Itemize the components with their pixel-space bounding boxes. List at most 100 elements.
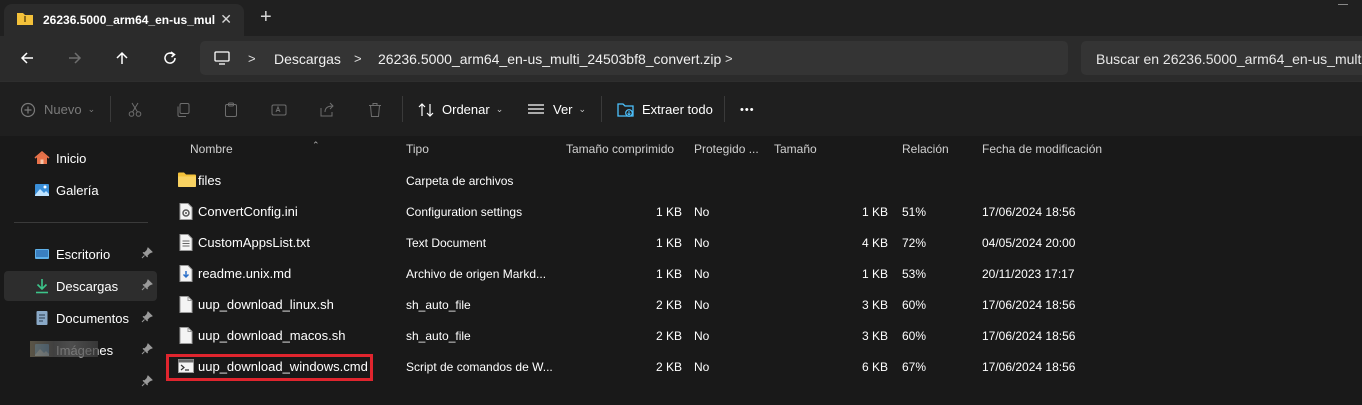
file-ratio: 60% (902, 298, 927, 312)
text-file-icon (178, 234, 194, 256)
view-button[interactable]: Ver ⌄ (527, 82, 586, 137)
list-item[interactable]: readme.unix.md Archivo de origen Markd..… (163, 258, 1362, 289)
file-ratio: 67% (902, 360, 927, 374)
sidebar-item-label: Documentos (56, 310, 129, 326)
pin-icon[interactable] (141, 375, 153, 390)
list-item[interactable]: uup_download_macos.sh sh_auto_file 2 KB … (163, 320, 1362, 351)
file-protected: No (694, 360, 710, 374)
sidebar-item-documents[interactable]: Documentos (4, 303, 157, 333)
search-placeholder: Buscar en 26236.5000_arm64_en-us_multi_2… (1096, 51, 1362, 67)
rename-icon[interactable] (271, 82, 287, 137)
sort-label: Ordenar (442, 102, 490, 117)
file-size: 1 KB (861, 267, 888, 281)
delete-icon[interactable] (367, 82, 383, 137)
up-icon[interactable] (110, 46, 134, 70)
toolbar-divider (110, 96, 111, 122)
file-compressed-size: 1 KB (655, 267, 682, 281)
sidebar-item-home[interactable]: Inicio (4, 143, 157, 173)
file-ratio: 72% (902, 236, 927, 250)
file-date-modified: 17/06/2024 18:56 (982, 360, 1076, 374)
file-date-modified: 20/11/2023 17:17 (982, 267, 1075, 281)
file-icon (178, 296, 194, 318)
tab-title: 26236.5000_arm64_en-us_mul (43, 13, 216, 27)
file-type: Script de comandos de W... (406, 360, 553, 374)
file-name: files (198, 173, 222, 188)
file-compressed-size: 1 KB (655, 236, 682, 250)
pin-icon[interactable] (141, 311, 153, 326)
file-size: 3 KB (861, 298, 888, 312)
gallery-icon (35, 184, 49, 196)
file-name: uup_download_linux.sh (198, 297, 334, 312)
pin-icon[interactable] (141, 247, 153, 262)
column-header-ratio[interactable]: Relación (902, 142, 949, 156)
minimize-icon[interactable] (1338, 4, 1348, 5)
list-item[interactable]: uup_download_linux.sh sh_auto_file 2 KB … (163, 289, 1362, 320)
new-tab-button[interactable]: + (260, 6, 272, 29)
file-protected: No (694, 267, 710, 281)
computer-icon (214, 50, 230, 71)
refresh-icon[interactable] (158, 46, 182, 70)
folder-icon (178, 172, 196, 192)
column-header-name[interactable]: ⌃ Nombre (190, 140, 320, 156)
pin-icon[interactable] (141, 343, 153, 358)
tab-current[interactable]: 26236.5000_arm64_en-us_mul ✕ (4, 4, 244, 36)
back-icon[interactable] (15, 46, 39, 70)
copy-icon[interactable] (175, 82, 191, 137)
file-compressed-size: 2 KB (655, 298, 682, 312)
desktop-icon (35, 249, 49, 259)
tab-close-icon[interactable]: ✕ (220, 11, 232, 28)
file-name: ConvertConfig.ini (198, 204, 298, 219)
file-type: Configuration settings (406, 205, 523, 219)
sidebar-item-label: Galería (56, 182, 99, 198)
file-protected: No (694, 205, 710, 219)
breadcrumb-downloads[interactable]: Descargas (274, 51, 341, 67)
more-options-button[interactable]: ••• (740, 82, 755, 137)
file-date-modified: 17/06/2024 18:56 (982, 205, 1076, 219)
navigation-bar: > Descargas > 26236.5000_arm64_en-us_mul… (0, 36, 1362, 81)
list-item[interactable]: files Carpeta de archivos (163, 165, 1362, 196)
extract-all-button[interactable]: Extraer todo (617, 82, 713, 137)
column-header-type[interactable]: Tipo (406, 142, 429, 156)
file-compressed-size: 1 KB (655, 205, 682, 219)
file-protected: No (694, 298, 710, 312)
file-compressed-size: 2 KB (655, 329, 682, 343)
column-header-date-modified[interactable]: Fecha de modificación (982, 142, 1102, 156)
share-icon[interactable] (319, 82, 335, 137)
sidebar-item-redacted[interactable] (4, 367, 157, 397)
sidebar-item-downloads[interactable]: Descargas (4, 271, 157, 301)
file-date-modified: 17/06/2024 18:56 (982, 298, 1076, 312)
list-item[interactable]: ConvertConfig.ini Configuration settings… (163, 196, 1362, 227)
sort-icon (418, 102, 434, 117)
list-item[interactable]: CustomAppsList.txt Text Document 1 KB No… (163, 227, 1362, 258)
zip-folder-icon (17, 11, 33, 30)
file-icon (178, 327, 194, 349)
forward-icon[interactable] (63, 46, 87, 70)
sort-ascending-icon: ⌃ (312, 140, 320, 150)
sort-button[interactable]: Ordenar ⌄ (418, 82, 503, 137)
file-date-modified: 04/05/2024 20:00 (982, 236, 1076, 250)
file-name: readme.unix.md (198, 266, 292, 281)
sidebar-item-gallery[interactable]: Galería (4, 175, 157, 205)
file-type: Carpeta de archivos (406, 174, 514, 188)
cut-icon[interactable] (127, 82, 143, 137)
toolbar-divider (402, 96, 403, 122)
home-icon (34, 151, 50, 164)
file-compressed-size: 2 KB (655, 360, 682, 374)
column-header-size[interactable]: Tamaño (774, 142, 817, 156)
file-type: Archivo de origen Markd... (406, 267, 547, 281)
address-bar[interactable]: > Descargas > 26236.5000_arm64_en-us_mul… (200, 41, 1068, 75)
search-input[interactable]: Buscar en 26236.5000_arm64_en-us_multi_2… (1081, 41, 1362, 75)
file-ratio: 60% (902, 329, 927, 343)
file-type: sh_auto_file (406, 298, 471, 312)
view-icon (528, 103, 544, 114)
file-size: 6 KB (861, 360, 888, 374)
new-button[interactable]: Nuevo ⌄ (20, 82, 95, 137)
pin-icon[interactable] (141, 279, 153, 294)
ini-file-icon (178, 203, 194, 225)
column-header-compressed-size[interactable]: Tamaño comprimido (566, 142, 674, 156)
breadcrumb-zip[interactable]: 26236.5000_arm64_en-us_multi_24503bf8_co… (378, 51, 721, 67)
paste-icon[interactable] (223, 82, 239, 137)
file-name: uup_download_macos.sh (198, 328, 346, 343)
column-header-protected[interactable]: Protegido ... (694, 142, 759, 156)
sidebar-item-desktop[interactable]: Escritorio (4, 239, 157, 269)
